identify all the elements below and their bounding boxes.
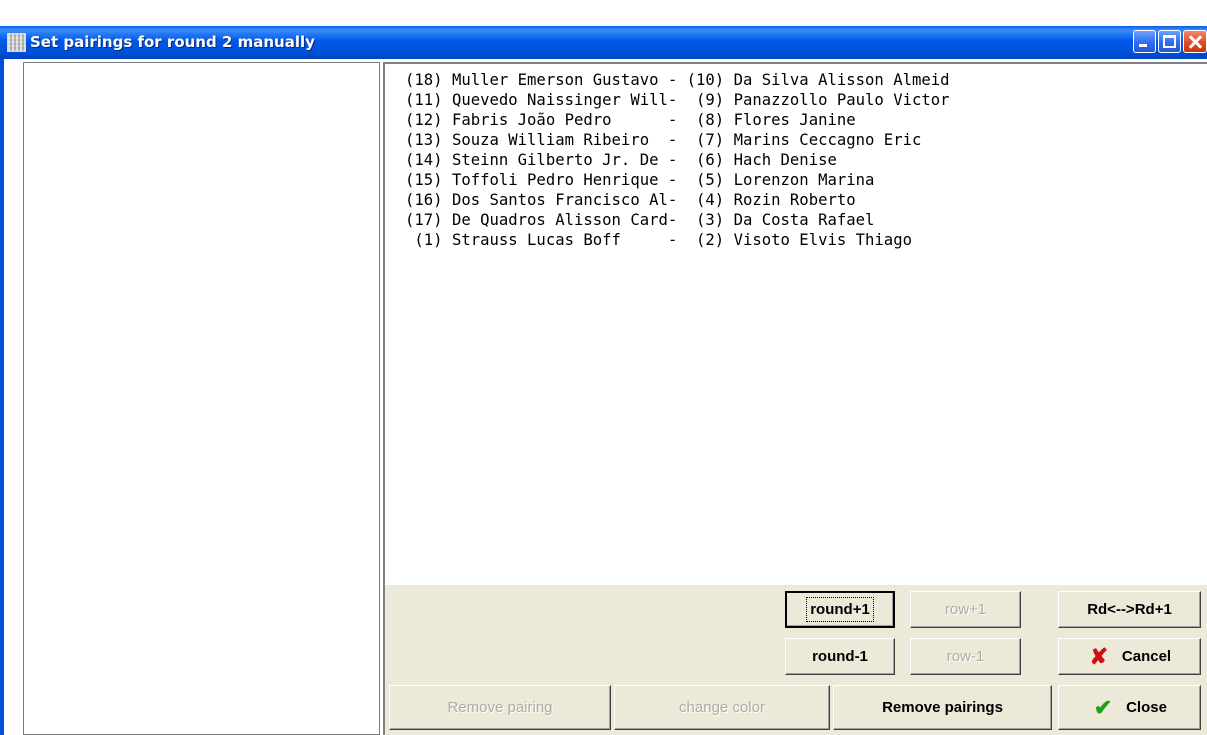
pairing-row[interactable]: (17) De Quadros Alisson Card- (3) Da Cos… bbox=[405, 210, 950, 230]
row-minus-label: row-1 bbox=[946, 648, 985, 665]
remove-pairing-button[interactable]: Remove pairing bbox=[389, 685, 611, 730]
pairing-row[interactable]: (14) Steinn Gilberto Jr. De - (6) Hach D… bbox=[405, 150, 950, 170]
round-plus-label: round+1 bbox=[806, 597, 874, 622]
row-plus-label: row+1 bbox=[944, 601, 987, 618]
pairings-list: (18) Muller Emerson Gustavo - (10) Da Si… bbox=[405, 70, 950, 250]
pairing-row[interactable]: (11) Quevedo Naissinger Will- (9) Panazz… bbox=[405, 90, 950, 110]
window-close-button[interactable] bbox=[1183, 30, 1207, 53]
remove-pairing-label: Remove pairing bbox=[447, 699, 553, 716]
pairing-row[interactable]: (18) Muller Emerson Gustavo - (10) Da Si… bbox=[405, 70, 950, 90]
pairing-row[interactable]: (12) Fabris João Pedro - (8) Flores Jani… bbox=[405, 110, 950, 130]
row-plus-button[interactable]: row+1 bbox=[910, 591, 1021, 628]
maximize-icon bbox=[1163, 35, 1176, 48]
round-minus-label: round-1 bbox=[812, 648, 868, 665]
pairing-row[interactable]: (16) Dos Santos Francisco Al- (4) Rozin … bbox=[405, 190, 950, 210]
checkered-app-icon bbox=[7, 33, 26, 52]
close-button[interactable]: ✔ Close bbox=[1058, 685, 1201, 730]
button-panel: round+1 row+1 Rd<-->Rd+1 round-1 row-1 ✘… bbox=[383, 585, 1207, 735]
window-title: Set pairings for round 2 manually bbox=[30, 33, 315, 51]
cancel-label: Cancel bbox=[1121, 648, 1172, 665]
round-swap-button[interactable]: Rd<-->Rd+1 bbox=[1058, 591, 1201, 628]
cancel-button[interactable]: ✘ Cancel bbox=[1058, 638, 1201, 675]
window-frame-left bbox=[0, 59, 4, 735]
pairings-dialog: Set pairings for round 2 manually (18) M… bbox=[0, 0, 1207, 735]
pairing-row[interactable]: (15) Toffoli Pedro Henrique - (5) Lorenz… bbox=[405, 170, 950, 190]
pairing-row[interactable]: (13) Souza William Ribeiro - (7) Marins … bbox=[405, 130, 950, 150]
remove-pairings-button[interactable]: Remove pairings bbox=[833, 685, 1052, 730]
player-list-pane[interactable] bbox=[23, 62, 380, 735]
maximize-button[interactable] bbox=[1158, 30, 1181, 53]
round-swap-label: Rd<-->Rd+1 bbox=[1087, 601, 1172, 618]
pairing-row[interactable]: (1) Strauss Lucas Boff - (2) Visoto Elvi… bbox=[405, 230, 950, 250]
close-label: Close bbox=[1126, 699, 1167, 716]
minimize-button[interactable] bbox=[1133, 30, 1156, 53]
red-x-icon: ✘ bbox=[1089, 643, 1109, 669]
green-checkmark-icon: ✔ bbox=[1093, 694, 1113, 720]
remove-pairings-label: Remove pairings bbox=[882, 699, 1003, 716]
change-color-label: change color bbox=[679, 699, 765, 716]
row-minus-button[interactable]: row-1 bbox=[910, 638, 1021, 675]
round-minus-button[interactable]: round-1 bbox=[785, 638, 895, 675]
minimize-icon bbox=[1139, 44, 1147, 47]
pairings-listbox[interactable]: (18) Muller Emerson Gustavo - (10) Da Si… bbox=[383, 62, 1207, 585]
change-color-button[interactable]: change color bbox=[614, 685, 830, 730]
round-plus-button[interactable]: round+1 bbox=[785, 591, 895, 628]
